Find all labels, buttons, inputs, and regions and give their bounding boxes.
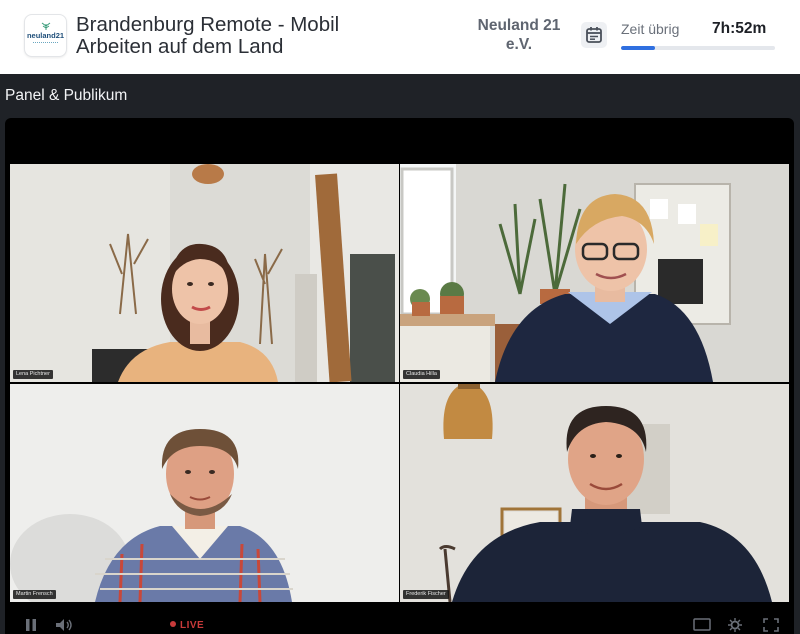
pause-icon[interactable]	[25, 618, 37, 632]
fullscreen-icon[interactable]	[763, 618, 779, 632]
event-header: neuland21 Brandenburg Remote - Mobil Arb…	[0, 0, 800, 74]
video-player[interactable]: Lena Pichtner Claudia Hilla Martin Frens…	[5, 118, 794, 634]
section-title: Panel & Publikum	[5, 87, 128, 104]
participant-video: Claudia Hilla	[400, 164, 789, 382]
organizer-name[interactable]: Neuland 21 e.V.	[474, 16, 564, 54]
event-title: Brandenburg Remote - Mobil Arbeiten auf …	[76, 13, 340, 58]
gear-icon[interactable]	[727, 618, 743, 632]
organizer-logo[interactable]: neuland21	[24, 14, 67, 57]
participant-video: Lena Pichtner	[10, 164, 399, 382]
video-frame	[10, 164, 399, 382]
calendar-icon	[586, 27, 602, 43]
time-remaining-label: Zeit übrig	[621, 21, 680, 37]
participant-name-tag: Frederik Fischer	[403, 590, 449, 599]
volume-icon[interactable]	[55, 618, 73, 632]
add-to-calendar-button[interactable]	[581, 22, 607, 48]
participant-video: Martin Frensch	[10, 384, 399, 602]
video-grid: Lena Pichtner Claudia Hilla Martin Frens…	[10, 164, 789, 604]
participant-name-tag: Lena Pichtner	[13, 370, 53, 379]
participant-name-tag: Martin Frensch	[13, 590, 56, 599]
logo-text: neuland21	[26, 31, 65, 40]
logo-underline	[33, 42, 58, 45]
video-frame	[10, 384, 399, 602]
video-frame	[400, 164, 789, 382]
screen-icon[interactable]	[693, 618, 711, 632]
live-label: LIVE	[180, 620, 205, 631]
video-frame	[400, 384, 789, 602]
player-controls: LIVE	[5, 612, 794, 634]
live-indicator: LIVE	[170, 620, 204, 631]
time-remaining-value: 7h:52m	[712, 20, 767, 37]
time-progress-bar	[621, 46, 775, 50]
participant-video: Frederik Fischer	[400, 384, 789, 602]
participant-name-tag: Claudia Hilla	[403, 370, 440, 379]
time-progress-fill	[621, 46, 655, 50]
leaf-icon	[41, 22, 51, 30]
live-dot-icon	[170, 621, 176, 627]
